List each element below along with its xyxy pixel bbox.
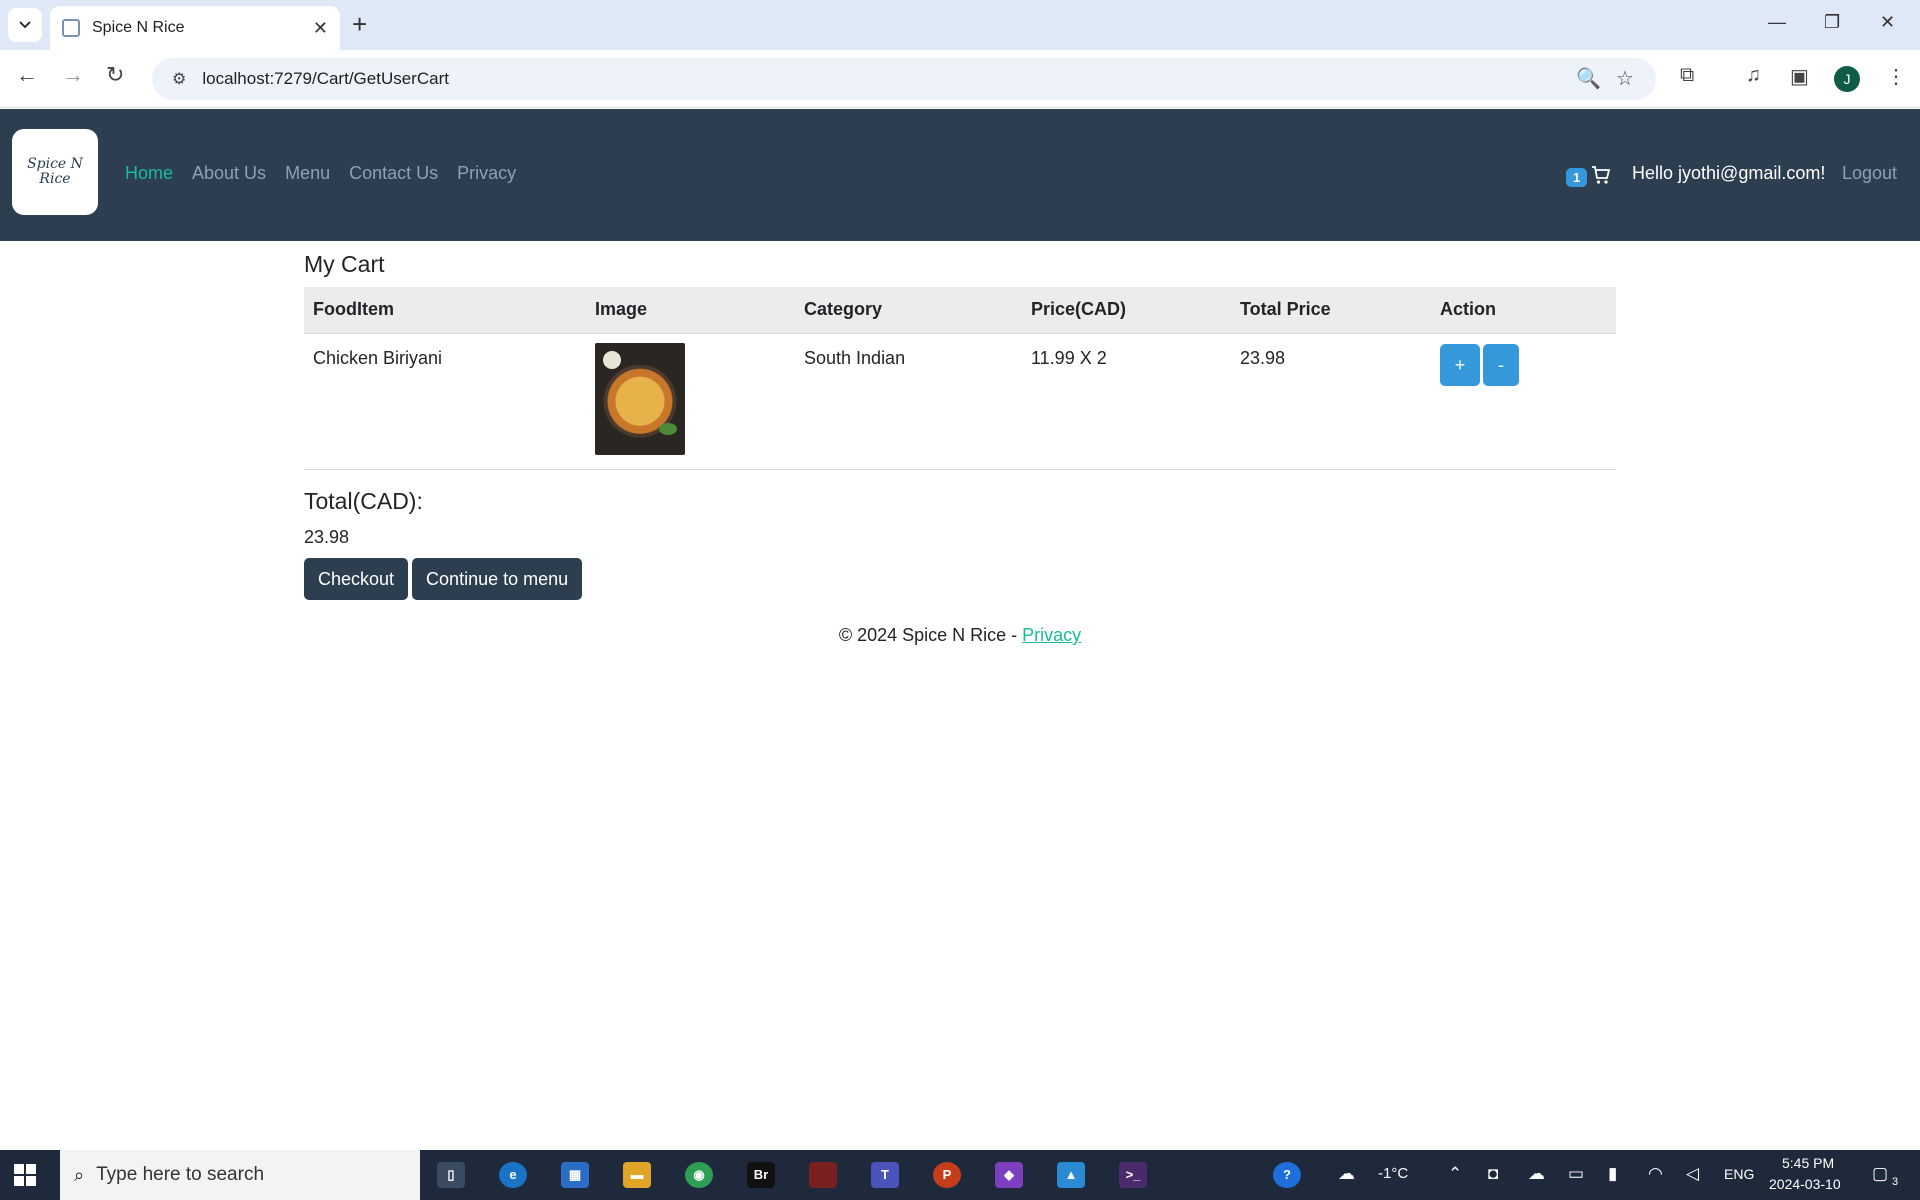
- edge-icon[interactable]: e: [499, 1162, 527, 1188]
- logo-text: Spice N Rice: [27, 156, 83, 187]
- address-bar[interactable]: ⚙ localhost:7279/Cart/GetUserCart 🔍 ☆: [152, 58, 1656, 100]
- cart-actions: Checkout Continue to menu: [304, 557, 1616, 600]
- page-title: My Cart: [304, 251, 385, 277]
- search-icon: ⌕: [74, 1164, 85, 1185]
- media-icon[interactable]: ♫: [1746, 64, 1761, 87]
- extensions-icon[interactable]: ⧉: [1680, 64, 1694, 87]
- restore-icon[interactable]: ❐: [1824, 12, 1840, 33]
- browser-tab[interactable]: Spice N Rice ✕: [50, 6, 340, 50]
- column-header: Total Price: [1231, 287, 1431, 334]
- bookmark-star-icon[interactable]: ☆: [1616, 58, 1634, 100]
- windows-taskbar: ⌕ Type here to search ▯ e ▦ ▬ ◉ Br T P ◆…: [0, 1150, 1920, 1200]
- new-tab-icon[interactable]: +: [352, 10, 367, 38]
- cart-content: My Cart FoodItem Image Category Price(CA…: [304, 241, 1616, 600]
- site-info-icon[interactable]: ⚙: [172, 69, 186, 89]
- language-indicator[interactable]: ENG: [1724, 1166, 1754, 1182]
- volume-icon[interactable]: ◁: [1686, 1164, 1699, 1184]
- task-view-icon[interactable]: ▯: [437, 1162, 465, 1188]
- logout-link[interactable]: Logout: [1842, 163, 1897, 184]
- cart-link[interactable]: 1: [1566, 165, 1611, 190]
- table-row: Chicken Biriyani South Indian 11.99 X 2 …: [304, 333, 1616, 470]
- favicon-icon: [62, 19, 80, 37]
- browser-tabstrip: Spice N Rice ✕ + — ❐ ✕: [0, 0, 1920, 50]
- forward-icon[interactable]: →: [62, 62, 84, 88]
- side-panel-icon[interactable]: ▣: [1790, 64, 1809, 89]
- zoom-icon[interactable]: 🔍: [1576, 58, 1601, 100]
- powerpoint-icon[interactable]: P: [933, 1162, 961, 1188]
- url-text[interactable]: localhost:7279/Cart/GetUserCart: [202, 69, 449, 89]
- clock-time[interactable]: 5:45 PM: [1782, 1155, 1834, 1171]
- close-tab-icon[interactable]: ✕: [313, 18, 328, 39]
- project-app-icon[interactable]: [809, 1162, 837, 1188]
- price-cell: 11.99 X 2: [1022, 333, 1231, 470]
- column-header: Category: [795, 287, 1022, 334]
- reload-icon[interactable]: ↻: [106, 62, 124, 88]
- back-icon[interactable]: ←: [16, 62, 38, 88]
- help-icon[interactable]: ?: [1273, 1162, 1301, 1188]
- column-header: Action: [1431, 287, 1616, 334]
- cart-table: FoodItem Image Category Price(CAD) Total…: [304, 287, 1616, 470]
- visual-studio-icon[interactable]: ◆: [995, 1162, 1023, 1188]
- notification-icon[interactable]: ▢: [1872, 1164, 1888, 1184]
- column-header: Image: [586, 287, 795, 334]
- cart-count-badge: 1: [1566, 168, 1588, 187]
- file-explorer-icon[interactable]: ▬: [623, 1162, 651, 1188]
- temperature[interactable]: -1°C: [1378, 1165, 1408, 1182]
- browser-toolbar: ← → ↻ ⚙ localhost:7279/Cart/GetUserCart …: [0, 50, 1920, 108]
- continue-to-menu-button[interactable]: Continue to menu: [412, 557, 583, 600]
- footer: © 2024 Spice N Rice - Privacy: [0, 625, 1920, 646]
- image-cell: [586, 333, 795, 470]
- notification-count: 3: [1892, 1176, 1899, 1188]
- wifi-icon[interactable]: ◠: [1648, 1164, 1663, 1184]
- clock-date[interactable]: 2024-03-10: [1769, 1176, 1841, 1192]
- store-icon[interactable]: ▦: [561, 1162, 589, 1188]
- more-icon[interactable]: ⋮: [1886, 64, 1906, 89]
- nav-links: Home About Us Menu Contact Us Privacy: [125, 163, 516, 184]
- weather-icon[interactable]: ☁: [1338, 1164, 1355, 1184]
- chrome-icon[interactable]: ◉: [685, 1162, 713, 1188]
- onedrive-icon[interactable]: ☁: [1528, 1164, 1545, 1184]
- teams-icon[interactable]: T: [871, 1162, 899, 1188]
- table-header-row: FoodItem Image Category Price(CAD) Total…: [304, 287, 1616, 334]
- profile-avatar[interactable]: J: [1834, 66, 1860, 92]
- site-logo[interactable]: Spice N Rice: [12, 129, 98, 215]
- total-value: 23.98: [304, 526, 350, 547]
- nav-about-us[interactable]: About Us: [192, 163, 266, 184]
- category-cell: South Indian: [795, 333, 1022, 470]
- taskbar-search[interactable]: ⌕ Type here to search: [60, 1150, 420, 1200]
- meet-icon[interactable]: ◘: [1488, 1164, 1498, 1184]
- app-icon[interactable]: ▲: [1057, 1162, 1085, 1188]
- battery-icon[interactable]: ▮: [1608, 1164, 1617, 1184]
- checkout-button[interactable]: Checkout: [304, 557, 409, 600]
- close-window-icon[interactable]: ✕: [1880, 12, 1895, 33]
- user-greeting[interactable]: Hello jyothi@gmail.com!: [1632, 163, 1825, 184]
- increase-quantity-button[interactable]: +: [1440, 343, 1480, 386]
- food-item-cell: Chicken Biriyani: [304, 333, 586, 470]
- column-header: FoodItem: [304, 287, 586, 334]
- food-image: [595, 342, 685, 455]
- terminal-icon[interactable]: >_: [1119, 1162, 1147, 1188]
- total-label: Total(CAD):: [304, 487, 423, 514]
- site-navbar: Spice N Rice Home About Us Menu Contact …: [0, 109, 1920, 241]
- minimize-icon[interactable]: —: [1768, 12, 1786, 33]
- nav-contact-us[interactable]: Contact Us: [349, 163, 438, 184]
- search-placeholder[interactable]: Type here to search: [96, 1164, 264, 1186]
- decrease-quantity-button[interactable]: -: [1483, 343, 1519, 386]
- nav-menu[interactable]: Menu: [285, 163, 330, 184]
- tab-list-icon[interactable]: [8, 8, 42, 42]
- footer-privacy-link[interactable]: Privacy: [1022, 625, 1081, 645]
- windows-start-icon[interactable]: [14, 1164, 36, 1186]
- total-price-cell: 23.98: [1231, 333, 1431, 470]
- tab-title: Spice N Rice: [92, 19, 185, 36]
- column-header: Price(CAD): [1022, 287, 1231, 334]
- chevron-up-icon[interactable]: ⌃: [1448, 1164, 1462, 1184]
- nav-privacy[interactable]: Privacy: [457, 163, 516, 184]
- bridge-app-icon[interactable]: Br: [747, 1162, 775, 1188]
- display-icon[interactable]: ▭: [1568, 1164, 1584, 1184]
- cart-icon[interactable]: [1591, 165, 1611, 190]
- nav-home[interactable]: Home: [125, 163, 173, 184]
- footer-text: © 2024 Spice N Rice -: [838, 625, 1023, 645]
- action-cell: + -: [1431, 333, 1616, 470]
